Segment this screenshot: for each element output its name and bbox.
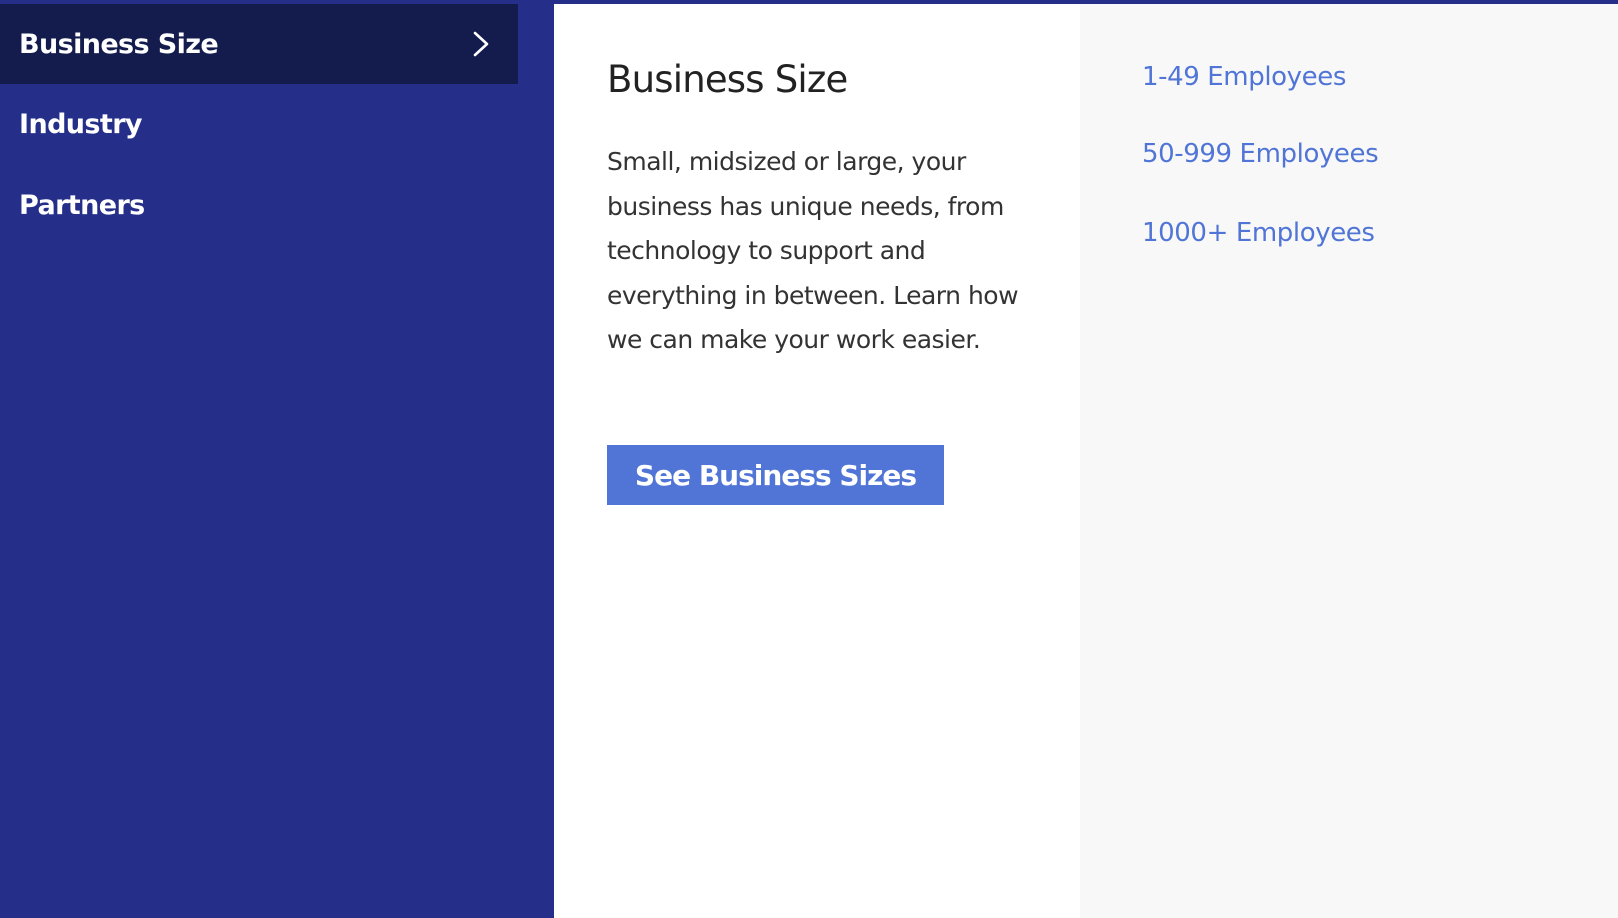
link-50-999-employees[interactable]: 50-999 Employees xyxy=(1142,139,1379,169)
see-business-sizes-button[interactable]: See Business Sizes xyxy=(607,445,944,505)
link-1000-plus-employees[interactable]: 1000+ Employees xyxy=(1142,218,1375,248)
panel-description: Small, midsized or large, your business … xyxy=(607,147,1019,354)
sidebar-item-partners[interactable]: Partners xyxy=(0,165,518,245)
sidebar-item-label: Business Size xyxy=(19,28,219,60)
panel-title: Business Size xyxy=(607,58,848,101)
business-size-panel: Business Size Small, midsized or large, … xyxy=(554,4,1080,918)
chevron-right-icon xyxy=(473,31,489,57)
sidebar-nav: Business Size Industry Partners xyxy=(0,4,554,918)
employee-size-links: 1-49 Employees 50-999 Employees 1000+ Em… xyxy=(1080,4,1618,918)
sidebar-item-label: Industry xyxy=(19,108,143,140)
sidebar-item-business-size[interactable]: Business Size xyxy=(0,4,518,84)
sidebar-item-label: Partners xyxy=(19,189,145,221)
sidebar-item-industry[interactable]: Industry xyxy=(0,84,518,164)
link-1-49-employees[interactable]: 1-49 Employees xyxy=(1142,62,1346,92)
